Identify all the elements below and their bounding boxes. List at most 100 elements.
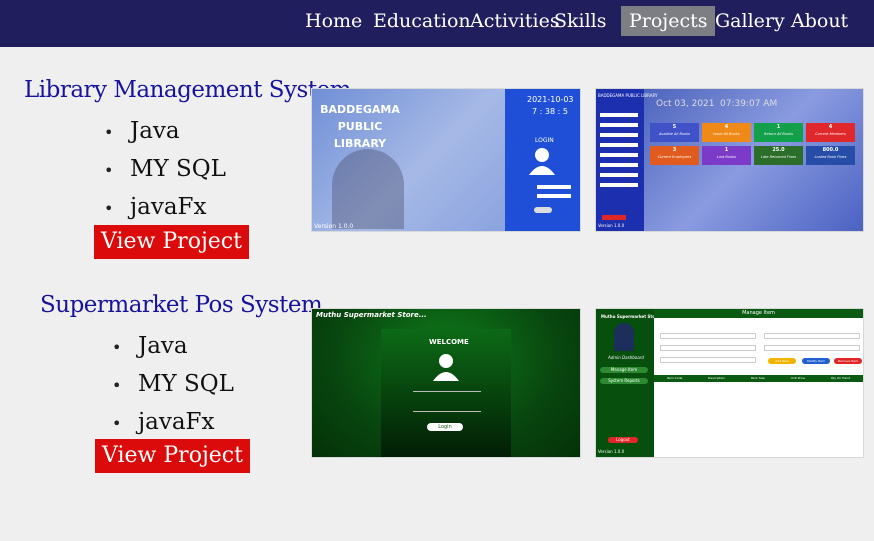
stat-tile-value: 3 (672, 147, 677, 153)
dashboard-date: Oct 03, 2021 (656, 99, 715, 109)
menu-system-reports[interactable]: System Reports (600, 378, 648, 384)
logout-button[interactable] (602, 215, 626, 220)
dashboard-time: 07:39:07 AM (720, 99, 778, 109)
table-column-header: Description (708, 376, 726, 380)
tech-list-library: • Java • MY SQL • javaFx (104, 112, 226, 226)
manage-header: Manage Item (654, 309, 863, 318)
bullet-icon: • (112, 414, 122, 433)
nav-home[interactable]: Home (297, 6, 370, 36)
nav-projects[interactable]: Projects (621, 6, 716, 36)
nav-skills[interactable]: Skills (546, 6, 615, 36)
login-time: 7 : 38 : 5 (532, 107, 568, 116)
modify-item-button[interactable]: Modify Item (802, 358, 830, 364)
stat-tile-value: 25.0 (772, 147, 785, 153)
dashboard-sidebar: BADDEGAMA PUBLIC LIBRARY Version 1.0.0 (596, 89, 658, 231)
sidebar-item[interactable] (600, 113, 638, 117)
tech-label: MY SQL (130, 156, 226, 182)
add-item-button[interactable]: Add Item (768, 358, 796, 364)
tech-label: javaFx (130, 194, 207, 220)
sidebar-item[interactable] (600, 163, 638, 167)
stat-tile-label: Issue All Books (713, 132, 740, 136)
menu-manage-item[interactable]: Manage Item (600, 367, 648, 373)
nav-gallery[interactable]: Gallery (707, 6, 793, 36)
table-column-header: Unit Price (790, 376, 805, 380)
tech-item: • MY SQL (104, 150, 226, 188)
nav-about[interactable]: About (783, 6, 856, 36)
bullet-icon: • (104, 161, 114, 180)
view-project-button-supermarket[interactable]: View Project (95, 439, 250, 473)
stat-tile-value: 1 (776, 124, 781, 130)
stat-tile-value: 4 (724, 124, 729, 130)
user-icon (433, 354, 459, 381)
stat-tile-label: Lost Books (717, 155, 736, 159)
stat-tile: 3 Current Employees (650, 146, 699, 165)
stat-tile-value: 5 (672, 124, 677, 130)
input-field[interactable] (660, 357, 756, 363)
library-brand: BADDEGAMA PUBLIC LIBRARY (320, 103, 400, 150)
password-field[interactable] (537, 194, 571, 198)
username-field[interactable] (413, 391, 481, 392)
login-label: LOGIN (535, 137, 554, 144)
bullet-icon: • (112, 376, 122, 395)
version-label: Version 1.0.0 (598, 223, 625, 228)
stat-tile-label: Availble All Books (658, 132, 690, 136)
stat-tile: 4 Issue All Books (702, 123, 751, 142)
view-project-button-library[interactable]: View Project (94, 225, 249, 259)
table-column-header: Item Code (666, 376, 683, 380)
stat-tile-value: 1 (724, 147, 729, 153)
user-icon (529, 148, 555, 175)
pos-manage-item-screenshot[interactable]: Muthu Supermarket Store Admin Dashboard … (595, 308, 864, 458)
input-field[interactable] (660, 345, 756, 351)
store-name: Muthu Supermarket Store (601, 314, 660, 319)
version-label: Version 1.0.0 (314, 223, 354, 230)
tech-list-supermarket: • Java • MY SQL • javaFx (112, 327, 234, 441)
avatar (614, 323, 634, 351)
sidebar-item[interactable] (600, 123, 638, 127)
stat-tile: 25.0 Late Returned Fines (754, 146, 803, 165)
stat-tile-label: Return All Books (764, 132, 793, 136)
stat-tile-label: Losted Book Fines (814, 155, 847, 159)
login-button[interactable]: Login (427, 423, 463, 431)
username-field[interactable] (537, 185, 571, 189)
input-field[interactable] (764, 345, 860, 351)
tech-item: • Java (104, 112, 226, 150)
login-panel: 2021-10-03 7 : 38 : 5 LOGIN (505, 89, 580, 231)
bullet-icon: • (104, 199, 114, 218)
input-field[interactable] (660, 333, 756, 339)
library-login-screenshot[interactable]: BADDEGAMA PUBLIC LIBRARY 2021-10-03 7 : … (311, 88, 581, 232)
sidebar-item[interactable] (600, 133, 638, 137)
bullet-icon: • (112, 338, 122, 357)
password-field[interactable] (413, 411, 481, 412)
tech-item: • Java (112, 327, 234, 365)
table-column-header: Qty On Hand (830, 376, 851, 380)
sidebar-item[interactable] (600, 173, 638, 177)
version-label: Version 1.0.0 (598, 449, 625, 454)
login-button[interactable] (534, 207, 552, 213)
dashboard-label: Admin Dashboard (608, 355, 644, 360)
pos-sidebar: Muthu Supermarket Store Admin Dashboard … (596, 309, 660, 457)
welcome-label: WELCOME (429, 338, 469, 346)
project-title-supermarket: Supermarket Pos System (40, 292, 323, 318)
login-card: WELCOME Login (381, 329, 511, 457)
bullet-icon: • (104, 123, 114, 142)
project-title-library: Library Management System (24, 77, 352, 103)
input-field[interactable] (764, 333, 860, 339)
pos-login-screenshot[interactable]: Muthu Supermarket Store... WELCOME Login (311, 308, 581, 458)
sidebar-item[interactable] (600, 153, 638, 157)
sidebar-item[interactable] (600, 143, 638, 147)
stat-tile: 800.0 Losted Book Fines (806, 146, 855, 165)
tech-item: • javaFx (112, 403, 234, 441)
tech-label: javaFx (138, 409, 215, 435)
stat-tile-label: Current Members (815, 132, 846, 136)
stat-tile: 5 Availble All Books (650, 123, 699, 142)
stat-tile-value: 4 (828, 124, 833, 130)
library-dashboard-screenshot[interactable]: BADDEGAMA PUBLIC LIBRARY Version 1.0.0 O… (595, 88, 864, 232)
stat-tile-label: Current Employees (657, 155, 692, 159)
sidebar-item[interactable] (600, 183, 638, 187)
top-navbar: Home Education Activities Skills Project… (0, 0, 874, 47)
logout-button[interactable]: Logout (608, 437, 638, 443)
remove-item-button[interactable]: Remove Item (834, 358, 862, 364)
tech-item: • javaFx (104, 188, 226, 226)
stat-tile-label: Late Returned Fines (760, 155, 797, 159)
stat-tile-value: 800.0 (822, 147, 839, 153)
